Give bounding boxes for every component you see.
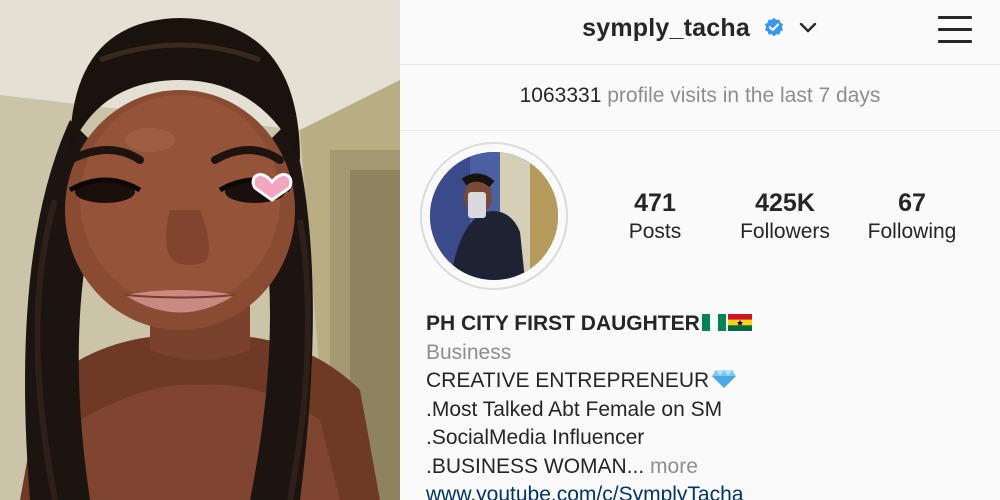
visits-text: profile visits in the last 7 days bbox=[607, 84, 881, 107]
visits-count: 1063331 bbox=[519, 84, 602, 107]
followers-label: Followers bbox=[740, 220, 830, 243]
following-stat[interactable]: 67 Following bbox=[862, 188, 962, 246]
bio-line-4-text: .BUSINESS WOMAN... bbox=[426, 454, 645, 478]
profile-stats: 471 Posts 425K Followers 67 Following bbox=[600, 188, 980, 248]
bio-line-3: .SocialMedia Influencer bbox=[426, 426, 645, 449]
profile-name-line: PH CITY FIRST DAUGHTER bbox=[426, 310, 986, 339]
bio-line-2: .Most Talked Abt Female on SM bbox=[426, 397, 723, 421]
bio-line-1: CREATIVE ENTREPRENEUR bbox=[426, 367, 986, 396]
website-link[interactable]: www.youtube.com/c/SymplyTacha bbox=[426, 481, 986, 500]
verified-badge-icon bbox=[764, 17, 783, 37]
selfie-illustration bbox=[0, 0, 400, 500]
ghana-flag-icon bbox=[727, 314, 752, 331]
profile-name: PH CITY FIRST DAUGHTER bbox=[426, 312, 700, 335]
gem-icon bbox=[712, 370, 737, 388]
account-switcher[interactable]: symply_tacha bbox=[400, 14, 1000, 43]
top-bar: symply_tacha bbox=[400, 0, 1000, 65]
username: symply_tacha bbox=[582, 14, 750, 42]
profile-category: Business bbox=[426, 340, 512, 364]
composite-screenshot: symply_tacha 1063331 profile visits in t… bbox=[0, 0, 1000, 500]
posts-count: 471 bbox=[634, 189, 676, 217]
avatar-image bbox=[430, 152, 558, 280]
hamburger-menu-icon[interactable] bbox=[938, 16, 972, 46]
chevron-down-icon bbox=[799, 22, 817, 33]
profile-avatar[interactable] bbox=[420, 142, 568, 290]
bio-line-1-text: CREATIVE ENTREPRENEUR bbox=[426, 369, 710, 392]
posts-stat[interactable]: 471 Posts bbox=[620, 188, 690, 246]
more-link[interactable]: more bbox=[650, 455, 698, 478]
nigeria-flag-icon bbox=[701, 314, 726, 331]
followers-stat[interactable]: 425K Followers bbox=[730, 188, 840, 246]
bio-line-4: .BUSINESS WOMAN... more bbox=[426, 453, 986, 482]
following-label: Following bbox=[867, 220, 957, 243]
profile-bio: PH CITY FIRST DAUGHTER Business CREATIVE… bbox=[426, 310, 986, 500]
profile-visits-banner[interactable]: 1063331 profile visits in the last 7 day… bbox=[400, 64, 1000, 131]
followers-count: 425K bbox=[755, 189, 815, 217]
selfie-photo bbox=[0, 0, 400, 500]
following-count: 67 bbox=[898, 189, 926, 217]
instagram-profile: symply_tacha 1063331 profile visits in t… bbox=[400, 0, 1000, 500]
posts-label: Posts bbox=[628, 220, 682, 243]
